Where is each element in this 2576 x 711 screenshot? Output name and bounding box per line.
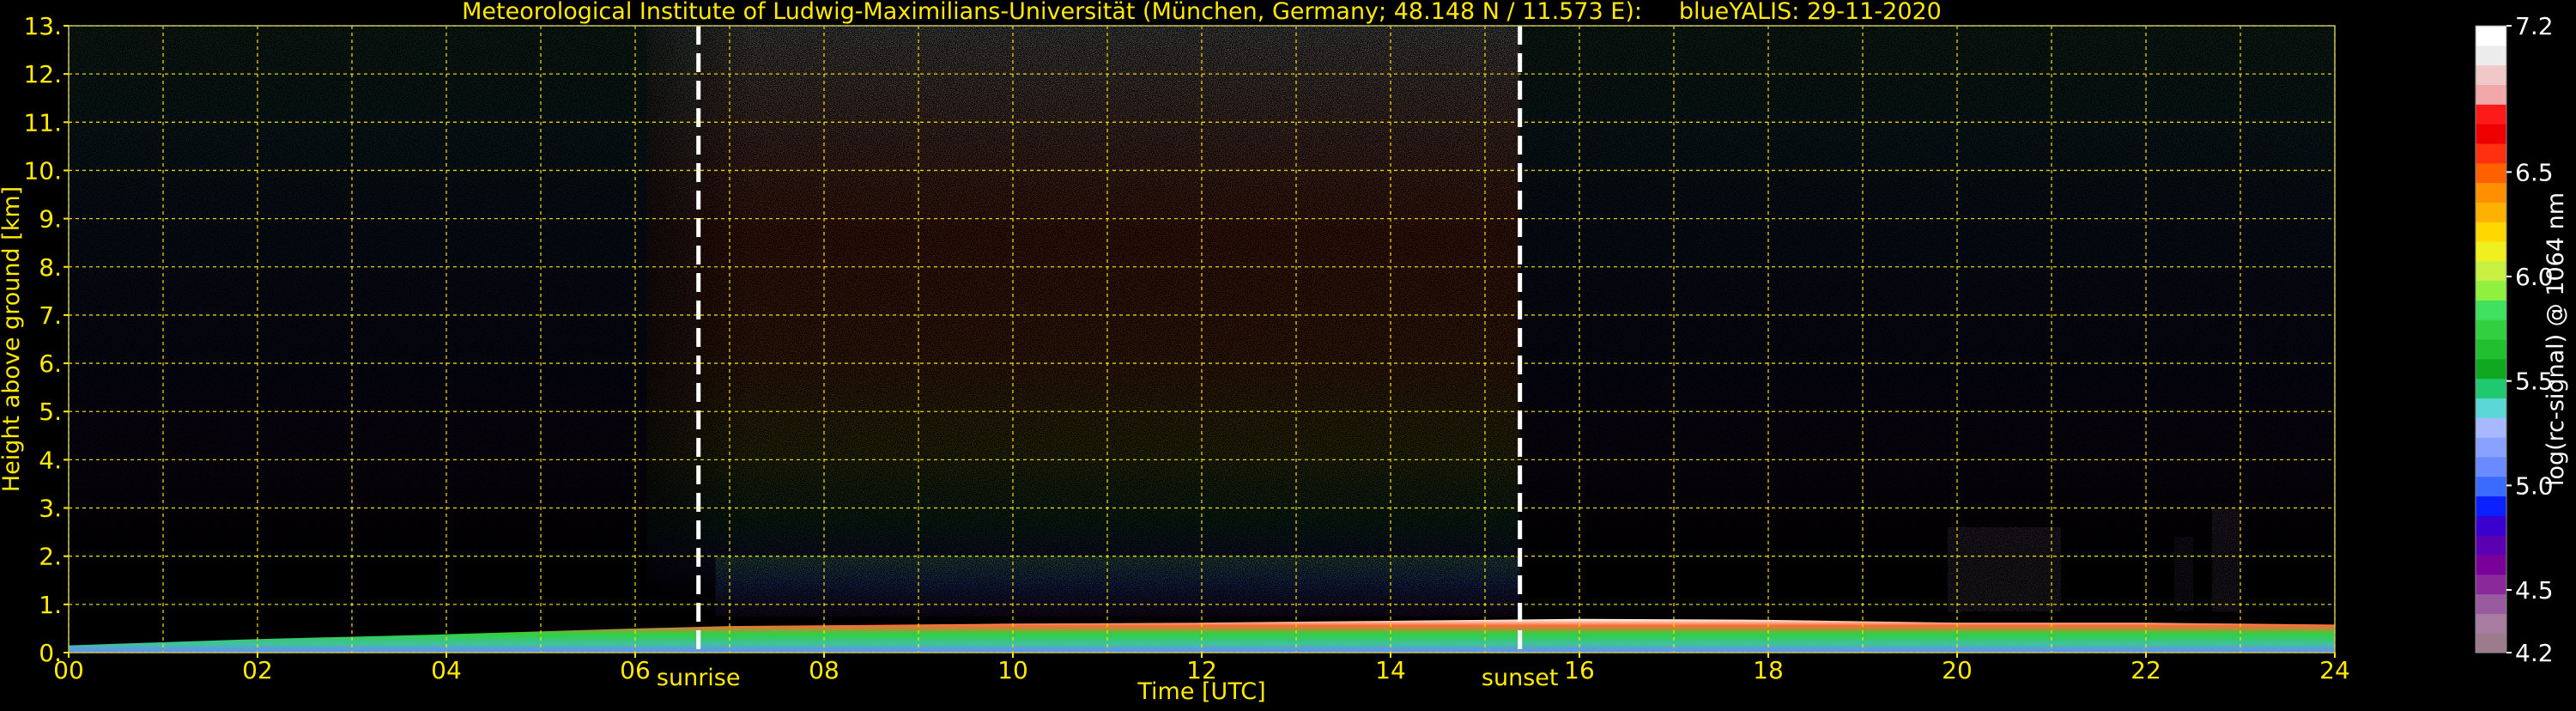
colorbar-tick-label: 5.5 [2515,368,2554,396]
chart-labels: Meteorological Institute of Ludwig-Maxim… [0,0,2569,705]
x-tick-label: 22 [2131,656,2161,684]
marker-label-sunset: sunset [1482,665,1559,691]
y-tick-label: 12. [23,60,62,88]
y-tick-label: 2. [39,543,62,571]
colorbar-tick-label: 4.2 [2515,639,2554,667]
x-tick-label: 18 [1753,656,1784,684]
x-tick-label: 10 [997,656,1028,684]
colorbar-tick-label: 6.0 [2515,263,2554,291]
x-tick-label: 16 [1564,656,1595,684]
y-tick-label: 10. [23,156,62,185]
y-tick-label: 5. [39,398,62,426]
x-tick-label: 24 [2319,656,2350,684]
colorbar-tick-label: 5.0 [2515,471,2554,500]
colorbar-tick-label: 4.5 [2515,576,2554,605]
colorbar-tick-label: 6.5 [2515,158,2554,186]
x-tick-label: 08 [809,656,839,684]
x-tick-label: 14 [1375,656,1406,684]
y-tick-label: 1. [39,591,62,619]
y-tick-label: 11. [23,108,62,137]
x-tick-label: 04 [431,656,462,684]
x-tick-label: 20 [1942,656,1973,684]
y-tick-label: 6. [39,349,62,378]
lidar-quicklook-chart: Meteorological Institute of Ludwig-Maxim… [0,0,2576,708]
y-tick-label: 13. [23,12,62,40]
y-tick-label: 4. [39,446,62,474]
y-tick-label: 8. [39,253,62,282]
chart-title: Meteorological Institute of Ludwig-Maxim… [462,0,1942,25]
y-tick-label: 0. [39,639,62,667]
marker-label-sunrise: sunrise [657,665,741,691]
colorbar-tick-label: 7.2 [2515,12,2554,40]
y-tick-label: 9. [39,205,62,234]
y-tick-label: 3. [39,495,62,523]
y-tick-label: 7. [39,301,62,330]
x-tick-label: 06 [620,656,651,684]
y-axis-label: Height above ground [km] [0,186,25,492]
x-tick-label: 12 [1186,656,1217,684]
colorbar-label: log(rc-signal) @ 1064 nm [2543,192,2569,486]
x-tick-label: 02 [242,656,273,684]
